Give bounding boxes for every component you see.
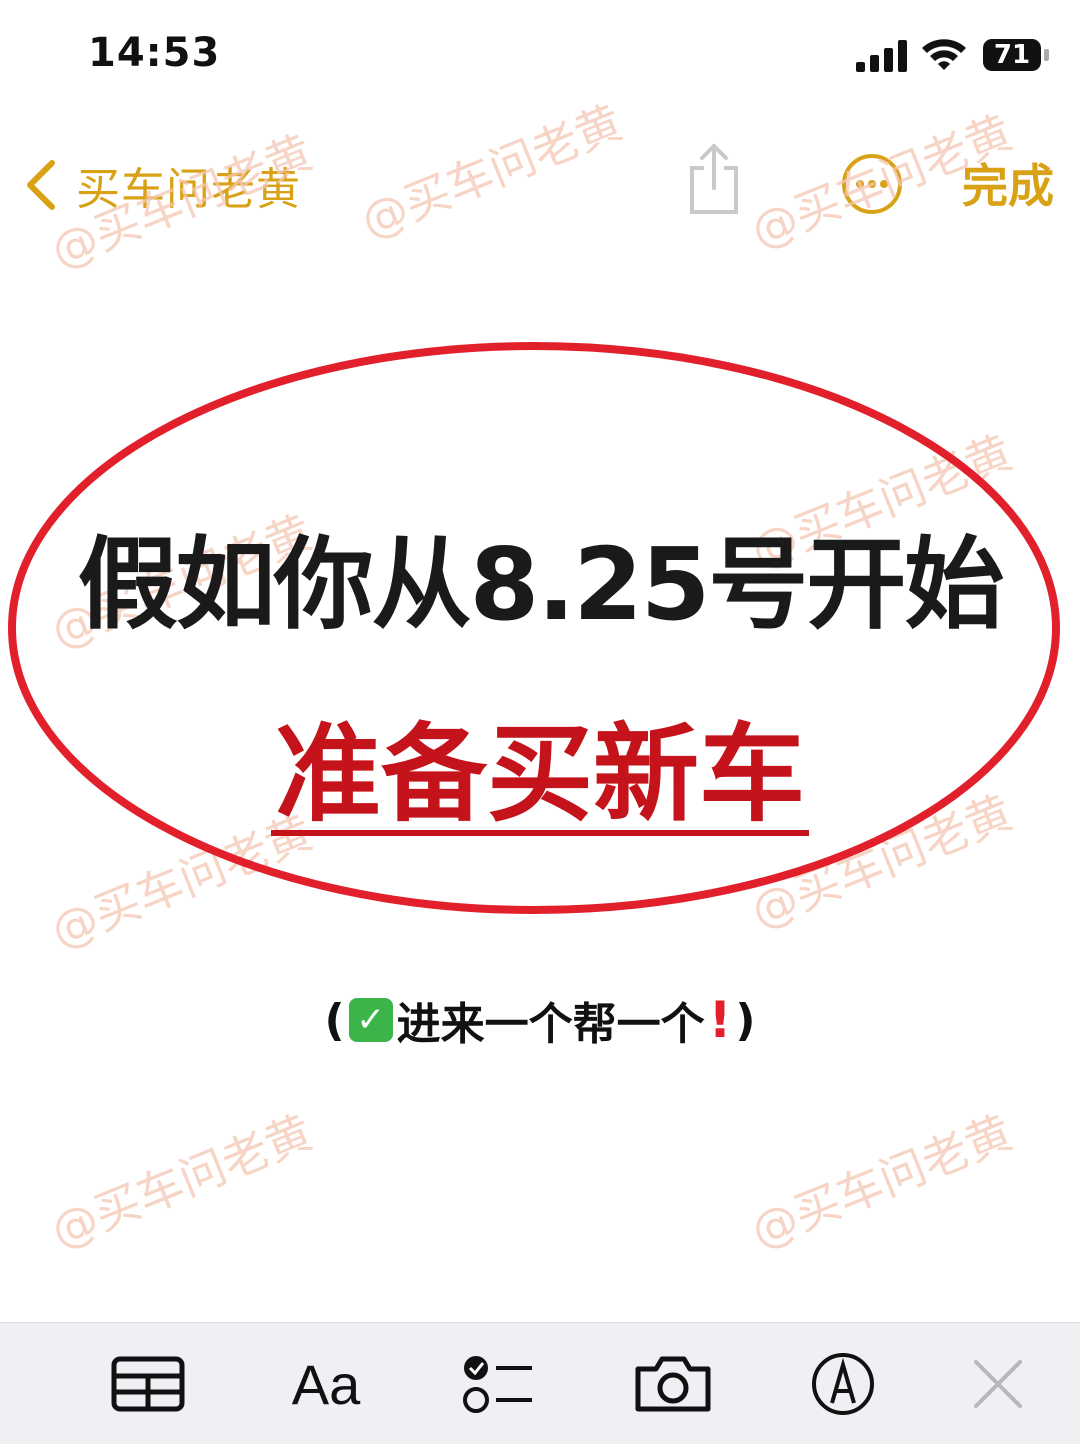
- checklist-icon: [463, 1356, 532, 1413]
- markup-button[interactable]: [810, 1352, 876, 1416]
- table-button[interactable]: [110, 1352, 186, 1416]
- format-label: Aa: [291, 1352, 361, 1416]
- more-icon[interactable]: [840, 152, 904, 216]
- close-button[interactable]: [970, 1352, 1026, 1416]
- share-icon[interactable]: [684, 142, 744, 216]
- battery-icon: 71: [982, 38, 1050, 72]
- tagline-text: 进来一个帮一个: [396, 999, 705, 1050]
- signal-icon: [856, 40, 907, 72]
- checklist-button[interactable]: [460, 1352, 534, 1416]
- format-button[interactable]: Aa: [284, 1352, 368, 1416]
- watermark: @买车问老黄: [743, 1104, 1020, 1259]
- back-label: 买车问老黄: [76, 164, 301, 215]
- note-subheadline: 准备买新车: [271, 720, 809, 836]
- exclamation-emoji-icon: !: [708, 991, 732, 1049]
- close-icon: [974, 1360, 1022, 1408]
- watermark: @买车问老黄: [43, 1104, 320, 1259]
- camera-button[interactable]: [634, 1352, 712, 1416]
- chevron-left-icon: [27, 160, 55, 210]
- back-button[interactable]: 买车问老黄: [22, 150, 301, 220]
- table-icon: [111, 1356, 185, 1412]
- tagline-close-paren: ): [735, 994, 756, 1046]
- checkmark-emoji-icon: ✓: [348, 998, 393, 1042]
- status-time: 14:53: [88, 30, 221, 76]
- tagline-open-paren: (: [324, 994, 345, 1046]
- done-button[interactable]: 完成: [962, 150, 1054, 216]
- markup-icon: [812, 1353, 874, 1415]
- note-headline: 假如你从8.25号开始: [77, 526, 1005, 643]
- status-bar: 14:53 71: [0, 0, 1080, 110]
- camera-icon: [635, 1356, 711, 1412]
- wifi-icon: [922, 39, 966, 70]
- note-tagline: ( ✓ 进来一个帮一个 ! ): [0, 988, 1080, 1052]
- note-subheadline-wrap: 准备买新车: [0, 720, 1080, 866]
- battery-level: 71: [993, 40, 1031, 70]
